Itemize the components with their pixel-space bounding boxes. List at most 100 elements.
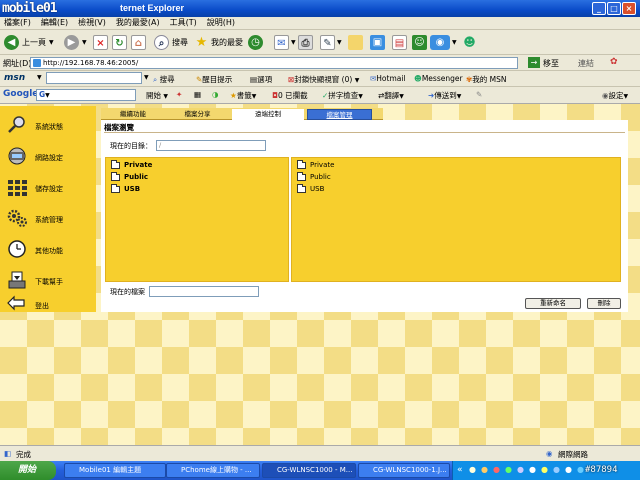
google-settings-button[interactable]: ◉設定▼ [602,90,628,101]
tray-icon[interactable]: ● [553,465,560,474]
folder-item[interactable]: Public [111,171,148,182]
tab-continue[interactable]: 繼續功能 [104,109,162,120]
tray-arrow-icon[interactable]: « [457,465,463,475]
translate-button[interactable]: ⇄翻譯▼ [378,90,404,101]
dropdown-arrow-icon[interactable]: ▼ [82,39,87,46]
my-msn-button[interactable]: ✾我的 MSN [466,74,507,85]
sidebar-item-network[interactable]: 網路設定 [0,143,96,171]
extension-icon[interactable]: ✿ [610,57,618,67]
msn-highlight-button[interactable]: ✎醒目提示 [196,74,232,85]
folder-item[interactable]: Private [111,159,152,170]
current-file-input[interactable] [149,286,259,297]
start-button[interactable]: 開始 [0,461,56,480]
back-button[interactable]: ◀ 上一頁 ▼ [4,34,54,51]
folder-icon [111,171,120,181]
tab-remote-control[interactable]: 遠端控制 [232,109,304,120]
news-icon[interactable]: ✦ [176,90,182,99]
windows-button[interactable]: ▣ [370,34,385,51]
task-button[interactable]: CG-WLNSC1000 - M... [262,463,356,478]
tray-icon[interactable]: ● [481,465,488,474]
dropdown-arrow-icon[interactable]: ▼ [144,74,149,81]
page-info-icon[interactable]: ◑ [212,90,219,99]
rename-button[interactable]: 重新命名 [525,298,581,309]
msn-search-input[interactable] [46,72,142,84]
menu-edit[interactable]: 編輯(E) [41,17,68,29]
tab-file-share[interactable]: 檔案分享 [165,109,230,120]
sidebar-item-other[interactable]: 其他功能 [0,236,96,264]
folder-item[interactable]: USB [111,183,140,194]
sidebar-item-system-status[interactable]: 系統狀態 [0,112,96,140]
sidebar-item-label: 登出 [35,302,49,310]
menu-tools[interactable]: 工具(T) [170,17,197,29]
stop-button[interactable]: × [93,34,108,51]
menu-file[interactable]: 檔案(F) [4,17,31,29]
sidebar-item-label: 儲存設定 [35,185,63,193]
tray-icon[interactable]: ● [541,465,548,474]
minimize-button[interactable]: _ [592,2,606,15]
print-button[interactable]: ⎙ [298,34,313,51]
tray-icon[interactable]: ● [529,465,536,474]
sidebar-item-storage[interactable]: 儲存設定 [0,174,96,202]
refresh-button[interactable]: ↻ [112,34,127,51]
tool-button[interactable]: ◉ ▼ [430,34,457,51]
msn-search-button[interactable]: ⌕ 搜尋 [153,74,175,85]
taskbar: 開始 Mobile01 編輯主題 PChome線上購物 - ... CG-WLN… [0,461,640,480]
tray-icon[interactable]: ● [577,465,584,474]
msn-options-button[interactable]: ▤選項 [250,74,272,85]
home-button[interactable]: ⌂ [131,34,146,51]
dropdown-arrow-icon[interactable]: ▼ [337,39,342,46]
links-label[interactable]: 連結 [578,58,594,69]
hotmail-button[interactable]: ✉Hotmail [370,74,406,83]
google-toolbar: Google G▼ 開始 ▼ ✦ ▦ ◑ ★書籤▼ ◘0 已攔截 ✓拼字檢查▼ … [0,87,640,104]
folder-item[interactable]: Public [297,171,331,182]
tray-icon[interactable]: ● [505,465,512,474]
tray-icon[interactable]: ● [493,465,500,474]
dropdown-arrow-icon[interactable]: ▼ [45,92,50,99]
google-search-input[interactable]: G▼ [36,89,136,101]
current-dir-input[interactable]: / [156,140,266,151]
menu-view[interactable]: 檢視(V) [78,17,106,29]
history-button[interactable]: ◷ [248,34,263,51]
edit-button[interactable]: ✎ ▼ [320,34,342,51]
task-button[interactable]: CG-WLNSC1000-1.J... [358,463,450,478]
tray-icon[interactable]: ● [565,465,572,474]
sidebar-item-logout[interactable]: 登出 [0,291,96,319]
google-start-button[interactable]: 開始 ▼ [146,90,168,101]
close-button[interactable]: × [622,2,636,15]
task-button[interactable]: Mobile01 編輯主題 [64,463,166,478]
sidebar-item-system-admin[interactable]: 系統管理 [0,205,96,233]
bookmarks-button[interactable]: ★書籤▼ [230,90,256,101]
dropdown-arrow-icon[interactable]: ▼ [452,39,457,46]
tab-file-manage[interactable]: 檔案管理 [307,109,372,120]
folder-item[interactable]: USB [297,183,324,194]
popup-blocked-button[interactable]: ◘0 已攔截 [272,90,308,101]
menu-favorites[interactable]: 我的最愛(A) [116,17,160,29]
dropdown-arrow-icon[interactable]: ▼ [49,39,54,46]
search-button[interactable]: ⌕ 搜尋 [154,34,188,51]
research-button[interactable]: ▤ [392,34,407,51]
favorites-button[interactable]: ★ 我的最愛 [194,34,243,51]
menu-help[interactable]: 說明(H) [207,17,235,29]
users-button[interactable]: ☻ [462,34,477,51]
mail-button[interactable]: ✉ ▼ [274,34,296,51]
spellcheck-button[interactable]: ✓拼字檢查▼ [322,90,363,101]
dropdown-arrow-icon[interactable]: ▼ [291,39,296,46]
maximize-button[interactable]: □ [607,2,621,15]
messenger-link[interactable]: ☻Messenger [414,74,463,83]
tray-icon[interactable]: ● [517,465,524,474]
address-input[interactable]: http://192.168.78.46:2005/ [30,57,518,69]
go-button[interactable]: 移至 [543,58,559,69]
pagerank-icon[interactable]: ▦ [194,90,201,99]
tray-icon[interactable]: ● [469,465,476,474]
folder-button[interactable] [348,34,363,51]
send-to-button[interactable]: ➜傳送到▼ [428,90,461,101]
delete-button[interactable]: 刪除 [587,298,621,309]
task-button[interactable]: PChome線上購物 - ... [166,463,260,478]
go-arrow-icon[interactable]: → [528,57,540,68]
messenger-button[interactable]: ☺ [412,34,427,51]
pen-icon[interactable]: ✎ [476,90,482,99]
dropdown-arrow-icon[interactable]: ▼ [37,74,42,81]
forward-button[interactable]: ▶ ▼ [64,34,87,51]
popup-blocker-button[interactable]: ⊠封鎖快顯視窗 (0) ▼ [288,74,359,85]
folder-item[interactable]: Private [297,159,334,170]
